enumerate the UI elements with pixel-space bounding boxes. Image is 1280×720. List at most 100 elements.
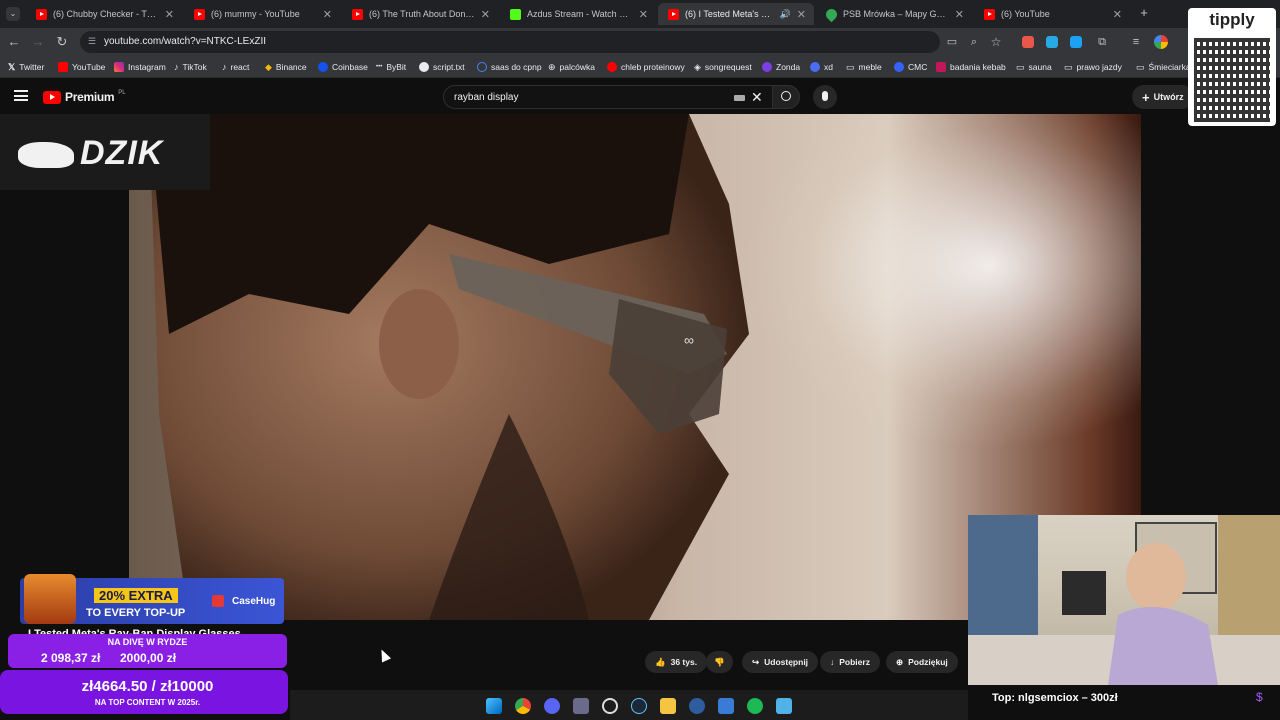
tab-groups-icon[interactable]: ≡ — [1128, 34, 1144, 50]
binance-icon: ◆ — [265, 61, 272, 72]
top-donor-text: Top: nlgsemciox – 300zł — [992, 692, 1118, 704]
clear-icon[interactable]: ✕ — [751, 89, 763, 106]
close-icon[interactable]: ✕ — [955, 8, 964, 21]
windows-start-icon[interactable] — [486, 698, 502, 714]
close-icon[interactable]: ✕ — [165, 8, 174, 21]
notepad-icon[interactable] — [776, 698, 792, 714]
tab-search-button[interactable]: ⌄ — [6, 7, 20, 21]
bookmark-item[interactable]: CMC — [894, 60, 927, 74]
top-donor-bar: Top: nlgsemciox – 300zł $ — [968, 685, 1280, 711]
app-icon[interactable] — [718, 698, 734, 714]
tab-meta-rayban[interactable]: (6) I Tested Meta's Ray-Ban 🔊 ✕ — [658, 3, 814, 25]
tipply-qr-card: tipply — [1188, 8, 1276, 126]
search-query: rayban display — [454, 92, 519, 103]
zoom-icon[interactable]: ⌕ — [966, 34, 982, 50]
chrome-icon[interactable] — [515, 698, 531, 714]
bookmark-item[interactable]: ♪ TikTok — [174, 60, 207, 74]
bookmark-item[interactable]: xd — [810, 60, 833, 74]
thanks-button[interactable]: ⊕ Podziękuj — [886, 651, 958, 673]
new-tab-button[interactable]: + — [1136, 5, 1152, 21]
extension-icon[interactable] — [1022, 36, 1034, 48]
bookmarks-bar: 𝕏 Twitter YouTube Instagram ♪ TikTok ♪ reac… — [0, 56, 1280, 78]
download-button[interactable]: ↓ Pobierz — [820, 651, 880, 673]
bookmark-item[interactable]: YouTube — [58, 60, 105, 74]
close-icon[interactable]: ✕ — [639, 8, 648, 21]
share-label: Udostępnij — [764, 657, 809, 667]
promo-brand: CaseHug — [232, 596, 276, 607]
promo-headline: 20% EXTRA — [94, 588, 178, 603]
voice-search-button[interactable] — [813, 85, 837, 109]
close-icon[interactable]: ✕ — [323, 8, 332, 21]
bookmark-folder[interactable]: ▭ Śmieciarka — [1136, 60, 1191, 74]
channel-watermark: DZIK — [0, 114, 210, 190]
tab-maps[interactable]: PSB Mrówka – Mapy Google ✕ — [816, 3, 972, 25]
bookmark-folder[interactable]: ▭ prawo jazdy — [1064, 60, 1122, 74]
app-icon[interactable] — [573, 698, 589, 714]
ccleaner-icon[interactable] — [689, 698, 705, 714]
site-info-icon[interactable]: ☰ — [88, 36, 98, 46]
extension-icon[interactable] — [1070, 36, 1082, 48]
bookmark-folder[interactable]: ▭ sauna — [1016, 60, 1052, 74]
discord-icon[interactable] — [544, 698, 560, 714]
create-label: Utwórz — [1153, 92, 1184, 102]
qr-code-icon — [1194, 38, 1270, 122]
bookmark-folder[interactable]: ▭ meble — [846, 60, 882, 74]
like-button[interactable]: 👍 36 tys. — [645, 651, 708, 673]
bookmark-item[interactable]: chleb proteinowy — [607, 60, 685, 74]
cast-icon[interactable]: ▭ — [944, 34, 960, 50]
youtube-icon — [668, 8, 679, 20]
bookmark-item[interactable]: badania kebab — [936, 60, 1006, 74]
extension-icon[interactable] — [1046, 36, 1058, 48]
casehug-promo-banner: 20% EXTRA TO EVERY TOP-UP CaseHug — [20, 574, 284, 624]
youtube-logo[interactable]: Premium PL — [43, 90, 126, 104]
bookmark-item[interactable]: script.txt — [419, 60, 465, 74]
bookmark-item[interactable]: ⊕ palcówka — [548, 60, 595, 74]
tab-title: (6) I Tested Meta's Ray-Ban — [685, 9, 774, 19]
tab-chubby-checker[interactable]: (6) Chubby Checker - The Twist ✕ — [26, 3, 182, 25]
speaker-icon[interactable]: 🔊 — [780, 9, 791, 20]
extensions-puzzle-icon[interactable]: ⧉ — [1094, 34, 1110, 50]
tab-youtube[interactable]: (6) YouTube ✕ — [974, 3, 1130, 25]
close-icon[interactable]: ✕ — [1113, 8, 1122, 21]
tab-mummy[interactable]: (6) mummy - YouTube ✕ — [184, 3, 340, 25]
bookmark-item[interactable]: ♪ react — [222, 60, 249, 74]
close-icon[interactable]: ✕ — [481, 8, 490, 21]
watermark-text: DZIK — [80, 134, 164, 172]
bookmark-item[interactable]: ◆ Binance — [265, 60, 307, 74]
search-button[interactable] — [772, 85, 800, 109]
keyboard-icon[interactable] — [734, 95, 745, 101]
youtube-play-icon — [43, 90, 61, 104]
bookmark-item[interactable]: ••• ByBit — [376, 60, 406, 74]
goal-subtitle: NA TOP CONTENT W 2025r. — [94, 698, 201, 707]
reload-icon[interactable]: ↻ — [54, 34, 70, 50]
bookmark-item[interactable]: ◈ songrequest — [694, 60, 752, 74]
close-icon[interactable]: ✕ — [797, 8, 806, 21]
bybit-icon: ••• — [376, 64, 383, 70]
bookmark-item[interactable]: Instagram — [114, 60, 166, 74]
back-arrow-icon[interactable]: ← — [6, 34, 22, 50]
forward-arrow-icon[interactable]: → — [30, 34, 46, 50]
share-button[interactable]: ↪ Udostępnij — [742, 651, 819, 673]
bookmark-item[interactable]: Coinbase — [318, 60, 368, 74]
tab-title: (6) The Truth About Donated S — [369, 9, 475, 19]
tab-donated[interactable]: (6) The Truth About Donated S ✕ — [342, 3, 498, 25]
obs-icon[interactable] — [602, 698, 618, 714]
bookmark-star-icon[interactable]: ☆ — [988, 34, 1004, 50]
bookmark-item[interactable]: saas do cpnp — [477, 60, 542, 74]
bookmark-item[interactable]: Zonda — [762, 60, 800, 74]
folder-icon: ▭ — [846, 61, 855, 72]
goal-target: 2000,00 zł — [120, 651, 177, 665]
address-bar[interactable]: ☰ youtube.com/watch?v=NTKC-LExZII — [80, 31, 940, 53]
menu-icon[interactable] — [14, 90, 28, 101]
tab-azdus-stream[interactable]: Azdus Stream - Watch Live on ✕ — [500, 3, 656, 25]
bookmark-item[interactable]: 𝕏 Twitter — [8, 60, 44, 74]
create-button[interactable]: + Utwórz — [1132, 85, 1194, 109]
steam-icon[interactable] — [631, 698, 647, 714]
thanks-icon: ⊕ — [896, 656, 904, 667]
thanks-label: Podziękuj — [908, 657, 948, 667]
profile-avatar[interactable] — [1154, 35, 1168, 49]
search-input[interactable]: rayban display ✕ — [443, 85, 773, 109]
dislike-button[interactable]: 👎 — [706, 651, 733, 673]
spotify-icon[interactable] — [747, 698, 763, 714]
file-explorer-icon[interactable] — [660, 698, 676, 714]
